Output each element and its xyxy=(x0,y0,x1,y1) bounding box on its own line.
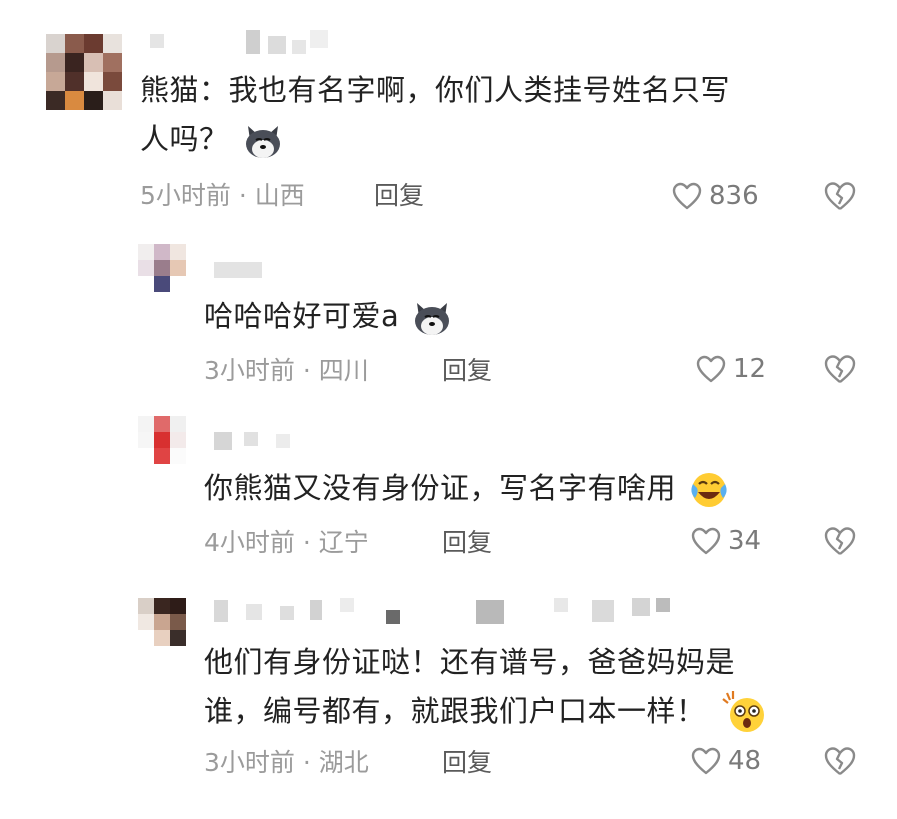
comment-2: 哈哈哈好可爱a 3小时前 · 四川 回复 12 xyxy=(0,230,897,402)
comment-text: 他们有身份证哒！还有谱号，爸爸妈妈是 谁，编号都有，就跟我们户口本一样！ xyxy=(204,638,864,736)
dislike-button[interactable] xyxy=(823,525,857,557)
heart-outline-icon xyxy=(691,747,721,775)
shocked-face-emoji xyxy=(722,691,765,732)
broken-heart-icon xyxy=(824,527,856,555)
dislike-button[interactable] xyxy=(823,353,857,385)
comment-3: 你熊猫又没有身份证，写名字有啥用 4小时前 · 辽宁 回复 34 xyxy=(0,402,897,574)
comment-text-line: 哈哈哈好可爱a xyxy=(204,292,864,341)
comment-meta: 4小时前 · 辽宁 xyxy=(204,528,369,557)
like-button[interactable]: 34 xyxy=(690,526,761,556)
like-button[interactable]: 836 xyxy=(671,181,759,211)
comment-4: 他们有身份证哒！还有谱号，爸爸妈妈是 谁，编号都有，就跟我们户口本一样！ 3小时… xyxy=(0,574,897,819)
username-redacted[interactable] xyxy=(214,260,274,280)
avatar[interactable] xyxy=(46,34,122,110)
broken-heart-icon xyxy=(824,182,856,210)
comment-meta: 3小时前 · 四川 xyxy=(204,356,369,385)
comment-text-line: 他们有身份证哒！还有谱号，爸爸妈妈是 xyxy=(204,645,736,679)
comment-text: 你熊猫又没有身份证，写名字有啥用 xyxy=(204,464,864,513)
husky-dog-emoji xyxy=(246,126,281,158)
heart-outline-icon xyxy=(672,182,702,210)
like-count: 48 xyxy=(728,746,762,776)
reply-button[interactable]: 回复 xyxy=(442,356,492,386)
like-count: 836 xyxy=(709,181,759,211)
reply-button[interactable]: 回复 xyxy=(374,181,424,211)
heart-outline-icon xyxy=(696,355,726,383)
like-count: 34 xyxy=(728,526,762,556)
reply-button[interactable]: 回复 xyxy=(442,528,492,558)
avatar[interactable] xyxy=(138,416,186,464)
husky-dog-emoji xyxy=(415,303,449,335)
comment-text-line: 你熊猫又没有身份证，写名字有啥用 xyxy=(204,464,864,513)
username-redacted[interactable] xyxy=(214,596,684,626)
dislike-button[interactable] xyxy=(823,745,857,777)
comment-text-line: 熊猫：我也有名字啊，你们人类挂号姓名只写 xyxy=(140,73,731,107)
username-redacted[interactable] xyxy=(214,428,304,452)
comment-1: 熊猫：我也有名字啊，你们人类挂号姓名只写 人吗？ 5小时前 · 山西 回复 83… xyxy=(0,0,897,230)
dislike-button[interactable] xyxy=(823,180,857,212)
laughing-tears-emoji xyxy=(691,473,727,507)
heart-outline-icon xyxy=(691,527,721,555)
like-count: 12 xyxy=(733,354,767,384)
comment-text: 哈哈哈好可爱a xyxy=(204,292,864,341)
comment-text: 熊猫：我也有名字啊，你们人类挂号姓名只写 人吗？ xyxy=(140,66,860,164)
username-redacted[interactable] xyxy=(150,30,350,56)
comment-meta: 5小时前 · 山西 xyxy=(140,181,305,210)
comment-text-line: 人吗？ xyxy=(140,115,860,164)
comment-meta: 3小时前 · 湖北 xyxy=(204,748,369,777)
broken-heart-icon xyxy=(824,747,856,775)
comment-text-line: 谁，编号都有，就跟我们户口本一样！ xyxy=(204,687,864,736)
broken-heart-icon xyxy=(824,355,856,383)
like-button[interactable]: 12 xyxy=(695,354,766,384)
like-button[interactable]: 48 xyxy=(690,746,761,776)
avatar[interactable] xyxy=(138,598,186,646)
reply-button[interactable]: 回复 xyxy=(442,748,492,778)
avatar[interactable] xyxy=(138,244,186,292)
